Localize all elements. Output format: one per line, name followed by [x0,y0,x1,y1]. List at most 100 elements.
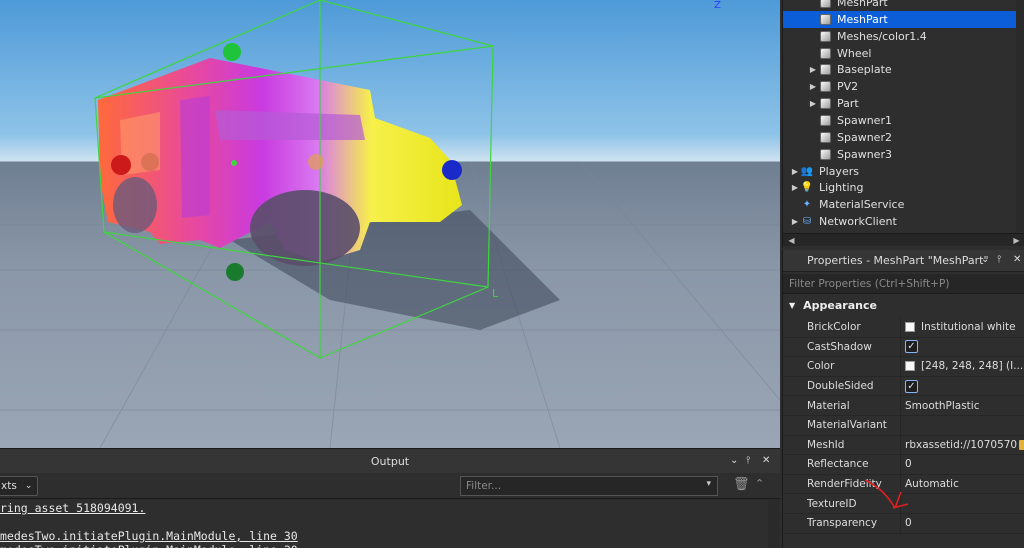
explorer-item[interactable]: Spawner3 [783,146,1019,163]
property-value-cell[interactable]: Automatic [901,478,1024,490]
cube-glyph [819,98,831,110]
property-value: Automatic [905,478,959,491]
output-titlebar: Output ⌄ ⫯ ✕ [0,449,780,473]
property-name: MeshId [783,435,901,455]
explorer-item[interactable]: MeshPart [783,10,1019,28]
materialservice-icon: ✦ [802,199,812,211]
explorer-item[interactable]: MeshPart [783,0,1019,11]
expand-arrow-icon[interactable]: ▶ [790,217,800,226]
output-line[interactable]: ring asset 518094091. [0,501,145,515]
move-handle-z[interactable] [442,160,462,180]
explorer-item[interactable]: ▶ Baseplate [783,61,1019,78]
explorer-item[interactable]: ▶ 👥 Players [783,163,1019,180]
property-value-cell[interactable]: 0 [901,517,1024,529]
explorer-item[interactable]: ▶ ⛁ NetworkClient [783,213,1019,230]
context-dropdown[interactable]: xts ⌄ [0,476,38,496]
properties-filter-input[interactable]: Filter Properties (Ctrl+Shift+P) [783,274,1024,294]
pin-icon[interactable]: ⫯ [997,254,1001,265]
property-row-castshadow[interactable]: CastShadow ✓ [783,337,1024,358]
close-icon[interactable]: ✕ [762,455,770,466]
close-icon[interactable]: ✕ [1013,254,1021,265]
properties-panel: Properties - MeshPart "MeshPart" ⌄ ⫯ ✕ F… [782,250,1024,548]
property-row-meshid[interactable]: MeshId rbxassetid://1070570 [783,435,1024,456]
viewport-3d[interactable]: L Z [0,0,780,448]
property-value-cell[interactable]: SmoothPlastic [901,400,1024,412]
property-value-cell[interactable]: 0 [901,458,1024,470]
meshpart-icon [818,46,832,60]
explorer-item-label: Meshes/color1.4 [837,29,927,43]
property-row-materialvariant[interactable]: MaterialVariant [783,416,1024,436]
property-row-material[interactable]: Material SmoothPlastic [783,396,1024,416]
property-row-color[interactable]: Color [248, 248, 248] (I... [783,357,1024,377]
property-value: 0 [905,517,912,530]
explorer-item[interactable]: Wheel [783,45,1019,62]
folder-icon[interactable] [1019,439,1024,450]
property-name: Color [783,357,901,376]
explorer-item[interactable]: Meshes/color1.4 [783,28,1019,45]
property-value: Institutional white [921,321,1016,334]
output-title: Output [370,454,410,468]
cube-glyph [819,0,831,8]
chevron-down-icon[interactable]: ⌄ [730,455,738,466]
move-handle-x-pos[interactable] [308,154,324,170]
explorer-item[interactable]: ✦ MaterialService [783,196,1019,213]
expand-arrow-icon[interactable]: ▶ [808,65,818,74]
property-value-cell[interactable]: Institutional white [901,321,1024,333]
output-line[interactable]: medesTwo.initiatePlugin.MainModule, line… [0,543,298,548]
explorer-item[interactable]: ▶ PV2 [783,78,1019,95]
expand-arrow-icon[interactable]: ▶ [808,82,818,91]
expand-arrow-icon[interactable]: ▶ [790,167,800,176]
part-icon [818,147,832,161]
move-handle-y-down[interactable] [226,263,244,281]
property-value-cell[interactable]: ✓ [901,340,1024,354]
expand-arrow-icon[interactable]: ▶ [790,183,800,192]
part-icon [818,63,832,77]
scroll-right-icon[interactable]: ▶ [1010,234,1023,247]
color-swatch[interactable] [905,322,915,333]
explorer-item[interactable]: ▶ 💡 Lighting [783,179,1019,196]
property-row-reflectance[interactable]: Reflectance 0 [783,455,1024,475]
property-name: Reflectance [783,455,901,474]
explorer-item-label: Wheel [837,46,872,60]
checkbox[interactable]: ✓ [905,379,918,393]
property-row-brickcolor[interactable]: BrickColor Institutional white [783,318,1024,338]
output-line[interactable]: medesTwo.initiatePlugin.MainModule, line… [0,529,298,543]
collapse-arrow-icon[interactable]: ▼ [789,301,795,310]
cube-glyph [819,114,831,126]
trash-icon[interactable]: 🗑 [733,477,750,492]
property-row-doublesided[interactable]: DoubleSided ✓ [783,376,1024,397]
cube-glyph [819,47,831,59]
output-scrollbar[interactable] [768,499,780,548]
explorer-item-label: Spawner3 [837,147,892,161]
explorer-item[interactable]: Spawner1 [783,112,1019,129]
lighting-icon: 💡 [800,182,814,194]
move-handle-y-up[interactable] [223,43,241,61]
property-value-cell[interactable]: [248, 248, 248] (I... [901,360,1024,372]
property-value: SmoothPlastic [905,399,980,412]
properties-title: Properties - MeshPart "MeshPart" [807,254,989,267]
property-name: Material [783,396,901,415]
property-value-cell[interactable]: rbxassetid://1070570 [901,439,1024,451]
part-icon [818,80,832,94]
scroll-left-icon[interactable]: ◀ [785,234,798,247]
explorer-item[interactable]: Spawner2 [783,129,1019,146]
explorer-horizontal-scrollbar[interactable]: ◀ ▶ [783,233,1024,246]
explorer-vertical-scrollbar[interactable] [1016,0,1024,232]
explorer-item-label: Part [837,97,859,111]
property-value-cell[interactable]: ✓ [901,379,1024,393]
output-toolbar: xts ⌄ Filter... ▾ 🗑 ⌃ [0,473,780,499]
property-name: DoubleSided [783,376,901,396]
meshpart-icon [818,0,832,10]
category-appearance[interactable]: ▼ Appearance [783,294,1024,316]
chevron-down-icon[interactable]: ⌄ [981,254,989,265]
explorer-item[interactable]: ▶ Part [783,95,1019,112]
explorer-item-label: PV2 [837,80,859,94]
filter-dropdown-icon[interactable]: ▾ [706,479,711,489]
output-filter-input[interactable]: Filter... ▾ [460,476,718,496]
pin-icon[interactable]: ⫯ [746,455,750,466]
expand-icon[interactable]: ⌃ [755,477,764,490]
color-swatch[interactable] [905,361,915,372]
move-handle-x-neg[interactable] [111,155,131,175]
expand-arrow-icon[interactable]: ▶ [808,99,818,108]
checkbox[interactable]: ✓ [905,340,918,354]
